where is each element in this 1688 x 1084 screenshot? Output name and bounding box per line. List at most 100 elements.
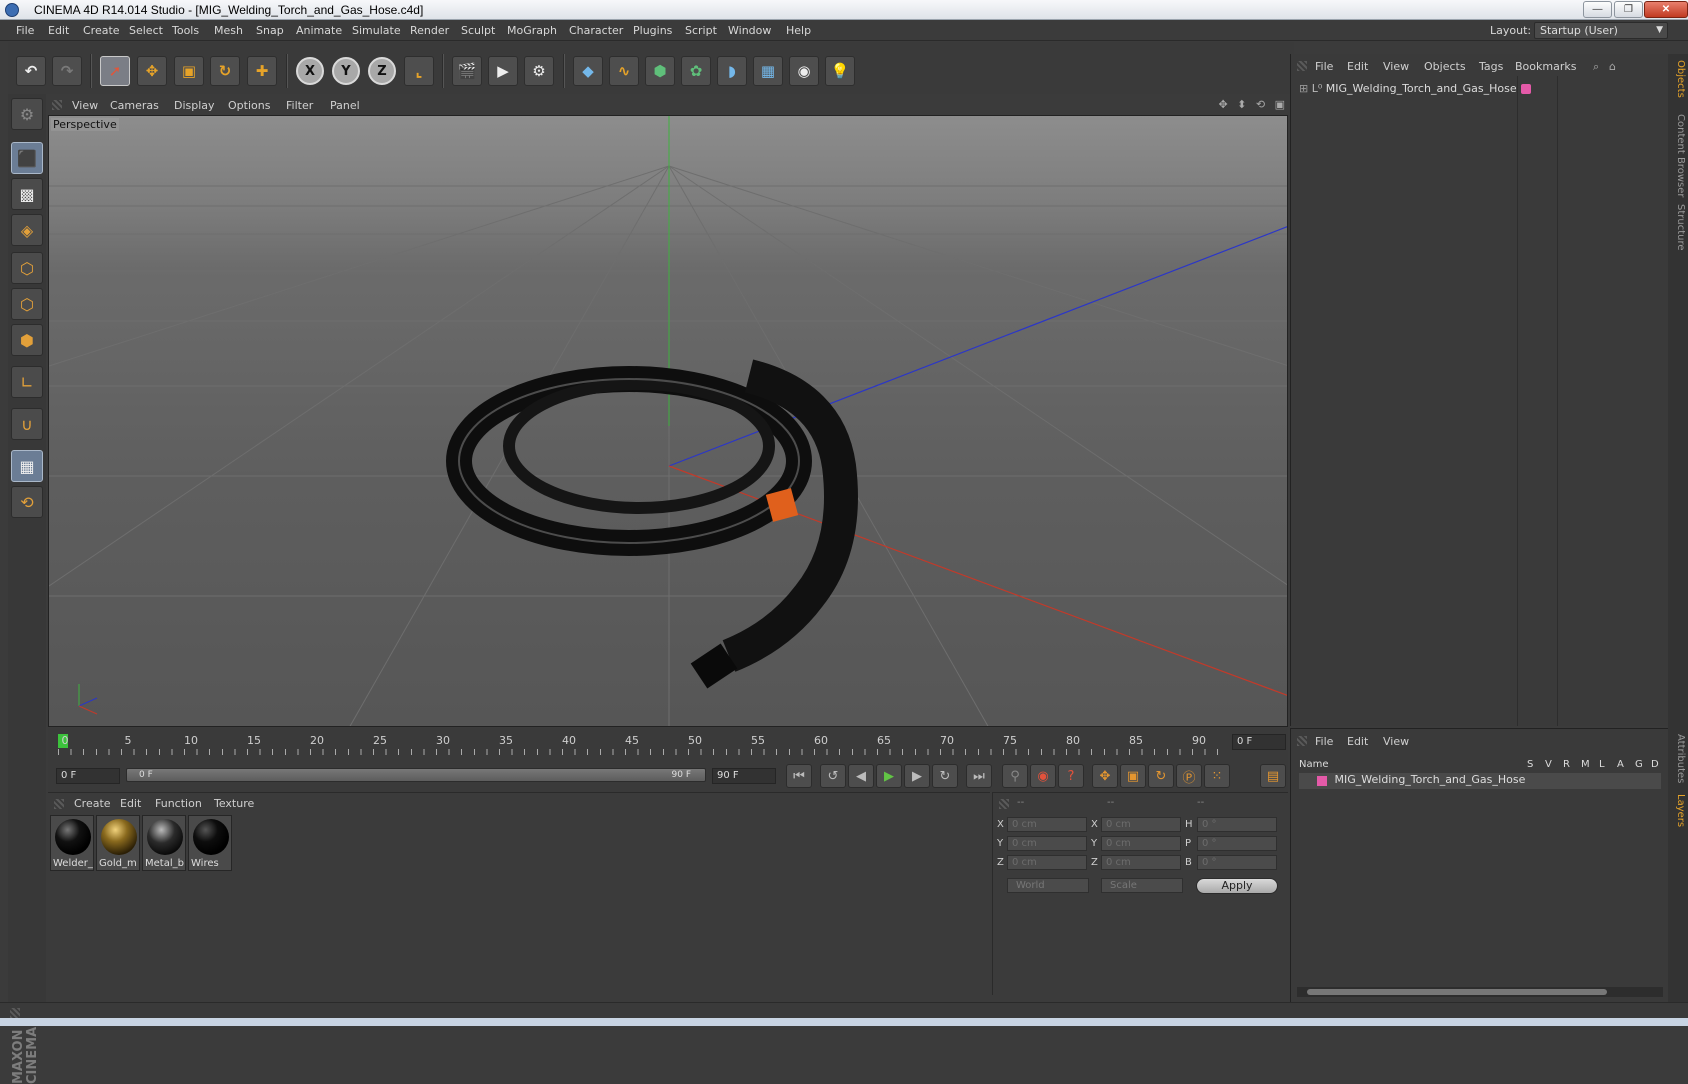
next-frame-icon[interactable]: ▶	[904, 764, 930, 788]
redo-icon[interactable]: ↷	[52, 56, 82, 86]
menu-render[interactable]: Render	[410, 24, 449, 37]
layers-menu-view[interactable]: View	[1383, 735, 1409, 748]
menu-create[interactable]: Create	[83, 24, 120, 37]
keyframe-selection-icon[interactable]: ?	[1058, 764, 1084, 788]
material-menu-function[interactable]: Function	[155, 797, 202, 810]
maximize-button[interactable]: ❐	[1614, 1, 1643, 18]
menu-animate[interactable]: Animate	[296, 24, 342, 37]
menu-snap[interactable]: Snap	[256, 24, 284, 37]
scrollbar-thumb[interactable]	[1307, 989, 1607, 995]
material-swatch[interactable]: Welder_	[50, 815, 94, 871]
material-swatch[interactable]: Metal_b	[142, 815, 186, 871]
material-menu-create[interactable]: Create	[74, 797, 111, 810]
play-icon[interactable]: ▶	[876, 764, 902, 788]
viewport-menu-options[interactable]: Options	[228, 99, 270, 112]
tab-structure[interactable]: Structure	[1670, 204, 1686, 251]
layer-col-view[interactable]: V	[1545, 759, 1552, 770]
layout-select[interactable]: Startup (User) ▼	[1534, 22, 1668, 39]
previous-frame-icon[interactable]: ◀	[848, 764, 874, 788]
size-z-field[interactable]: 0 cm	[1101, 855, 1181, 870]
light-icon[interactable]: 💡	[825, 56, 855, 86]
timeline-ruler[interactable]: 0 5 10 15 20 25 30 35 40 45 50 55 60 65 …	[58, 734, 1220, 756]
objects-menu-tags[interactable]: Tags	[1479, 60, 1503, 73]
menu-plugins[interactable]: Plugins	[633, 24, 672, 37]
model-mode-icon[interactable]: ⬛	[11, 142, 43, 174]
points-mode-icon[interactable]: ⬡	[11, 252, 43, 284]
layer-color-swatch[interactable]	[1317, 776, 1327, 786]
layer-row[interactable]: MIG_Welding_Torch_and_Gas_Hose	[1299, 773, 1661, 789]
camera-icon[interactable]: ◉	[789, 56, 819, 86]
panel-grip[interactable]	[999, 799, 1009, 809]
menu-tools[interactable]: Tools	[172, 24, 199, 37]
position-x-field[interactable]: 0 cm	[1007, 817, 1087, 832]
workplane-mode-icon[interactable]: ◈	[11, 214, 43, 246]
position-y-field[interactable]: 0 cm	[1007, 836, 1087, 851]
array-icon[interactable]: ✿	[681, 56, 711, 86]
panel-grip[interactable]	[1297, 736, 1307, 746]
layer-horizontal-scrollbar[interactable]	[1297, 987, 1663, 997]
subdivision-surface-icon[interactable]: ⬢	[645, 56, 675, 86]
material-tag-icon[interactable]	[1521, 84, 1531, 94]
texture-mode-icon[interactable]: ▩	[11, 178, 43, 210]
current-frame-field[interactable]: 0 F	[1232, 734, 1286, 750]
objects-menu-objects[interactable]: Objects	[1424, 60, 1466, 73]
frame-range-slider[interactable]: 0 F 90 F	[126, 768, 706, 782]
menu-script[interactable]: Script	[685, 24, 717, 37]
previous-key-icon[interactable]: ↺	[820, 764, 846, 788]
viewport-menu-view[interactable]: View	[72, 99, 98, 112]
viewport-menu-cameras[interactable]: Cameras	[110, 99, 159, 112]
undo-icon[interactable]: ↶	[16, 56, 46, 86]
layer-col-generators[interactable]: G	[1635, 759, 1643, 770]
perspective-viewport[interactable]: Perspective	[48, 115, 1288, 727]
home-icon[interactable]: ⌂	[1609, 60, 1616, 73]
menu-character[interactable]: Character	[569, 24, 623, 37]
next-key-icon[interactable]: ↻	[932, 764, 958, 788]
objects-menu-bookmarks[interactable]: Bookmarks	[1515, 60, 1576, 73]
render-settings-icon[interactable]: ⚙	[524, 56, 554, 86]
go-to-start-icon[interactable]: ⏮	[786, 764, 812, 788]
rotation-p-field[interactable]: 0 °	[1197, 836, 1277, 851]
objects-menu-edit[interactable]: Edit	[1347, 60, 1368, 73]
y-axis-lock-icon[interactable]: Y	[332, 57, 360, 85]
move-icon[interactable]: ✥	[137, 56, 167, 86]
material-menu-edit[interactable]: Edit	[120, 797, 141, 810]
close-button[interactable]: ✕	[1644, 1, 1688, 18]
menu-window[interactable]: Window	[728, 24, 771, 37]
menu-select[interactable]: Select	[129, 24, 163, 37]
viewport-menu-panel[interactable]: Panel	[330, 99, 360, 112]
search-icon[interactable]: ⌕	[1593, 60, 1599, 74]
key-position-icon[interactable]: ✥	[1092, 764, 1118, 788]
layer-col-animation[interactable]: A	[1617, 759, 1624, 770]
position-z-field[interactable]: 0 cm	[1007, 855, 1087, 870]
panel-grip[interactable]	[10, 1008, 20, 1018]
render-view-icon[interactable]: 🎬	[452, 56, 482, 86]
cube-icon[interactable]: ◆	[573, 56, 603, 86]
panel-grip[interactable]	[1297, 61, 1307, 71]
spline-pen-icon[interactable]: ∿	[609, 56, 639, 86]
menu-file[interactable]: File	[16, 24, 34, 37]
coordinate-mode-select[interactable]: World	[1007, 878, 1089, 893]
size-y-field[interactable]: 0 cm	[1101, 836, 1181, 851]
end-frame-field[interactable]: 90 F	[712, 768, 776, 784]
z-axis-lock-icon[interactable]: Z	[368, 57, 396, 85]
apply-button[interactable]: Apply	[1196, 878, 1278, 894]
key-scale-icon[interactable]: ▣	[1120, 764, 1146, 788]
layer-col-locked[interactable]: L	[1599, 759, 1605, 770]
welding-torch-model[interactable]	[446, 359, 858, 689]
live-selection-icon[interactable]: ➚	[100, 56, 130, 86]
object-tree-item[interactable]: ⊞ L⁰ MIG_Welding_Torch_and_Gas_Hose	[1299, 82, 1517, 98]
render-to-picture-viewer-icon[interactable]: ▶	[488, 56, 518, 86]
magnet-snap-icon[interactable]: ∪	[11, 408, 43, 440]
viewport-menu-filter[interactable]: Filter	[286, 99, 313, 112]
menu-sculpt[interactable]: Sculpt	[461, 24, 495, 37]
recent-tool-icon[interactable]: ✚	[247, 56, 277, 86]
objects-menu-file[interactable]: File	[1315, 60, 1333, 73]
menu-mesh[interactable]: Mesh	[214, 24, 243, 37]
size-x-field[interactable]: 0 cm	[1101, 817, 1181, 832]
scale-icon[interactable]: ▣	[174, 56, 204, 86]
record-keys-icon[interactable]: ⚲	[1002, 764, 1028, 788]
viewport-menu-display[interactable]: Display	[174, 99, 215, 112]
menu-help[interactable]: Help	[786, 24, 811, 37]
floor-icon[interactable]: ▦	[753, 56, 783, 86]
edges-mode-icon[interactable]: ⬡	[11, 288, 43, 320]
